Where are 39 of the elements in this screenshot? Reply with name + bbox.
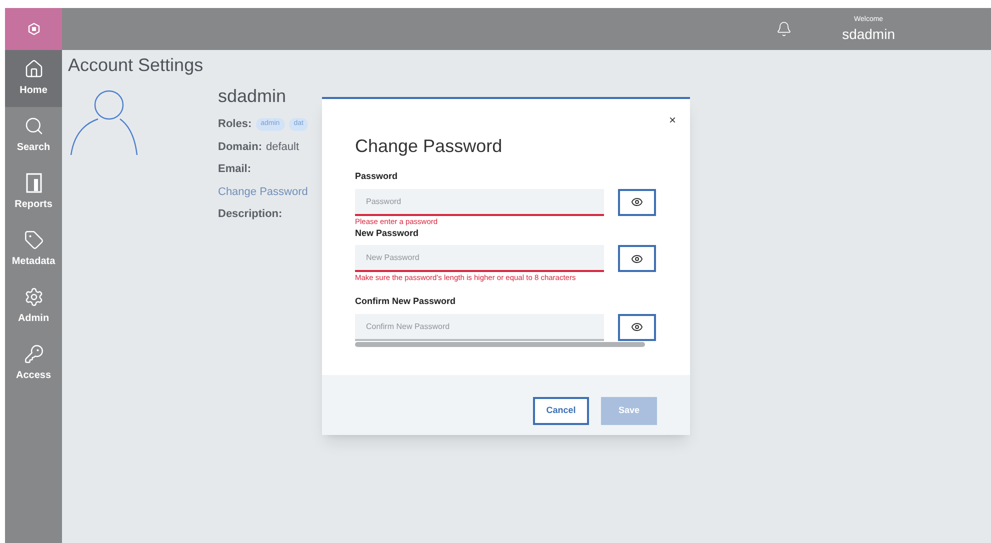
- field-label: New Password: [355, 226, 420, 240]
- show-password-button[interactable]: [618, 188, 656, 216]
- password-field[interactable]: New Password: [355, 245, 604, 272]
- user-name: sdadmin: [842, 26, 895, 43]
- cancel-button[interactable]: Cancel: [533, 397, 589, 425]
- sidebar-item[interactable]: Home: [5, 50, 62, 107]
- page-title: Account Settings: [68, 54, 204, 77]
- report-icon: [26, 173, 42, 193]
- logo-icon: [28, 23, 40, 35]
- gear-icon: [24, 287, 44, 307]
- dialog-title: Change Password: [355, 135, 504, 158]
- sidebar-item[interactable]: Search: [5, 107, 62, 164]
- domain-label: Domain:: [218, 140, 262, 154]
- email-label: Email:: [218, 162, 252, 177]
- field-label: Confirm New Password: [355, 295, 457, 308]
- profile-username: sdadmin: [218, 85, 288, 108]
- sidebar-item[interactable]: Metadata: [5, 221, 62, 278]
- key-icon: [24, 344, 44, 364]
- password-field[interactable]: Password: [355, 188, 604, 216]
- show-password-button[interactable]: [618, 245, 656, 272]
- change-password-link[interactable]: Change Password: [218, 184, 308, 200]
- tag-icon: [24, 230, 44, 250]
- description-label: Description:: [218, 207, 284, 222]
- sidebar-item[interactable]: Access: [5, 335, 62, 392]
- eye-icon: [631, 252, 643, 264]
- eye-icon: [631, 321, 643, 333]
- roles-label: Roles:: [218, 117, 252, 132]
- eye-icon: [631, 196, 643, 208]
- home-icon: [24, 59, 44, 79]
- field-label: Password: [355, 170, 399, 183]
- sidebar-item[interactable]: Admin: [5, 278, 62, 335]
- show-password-button[interactable]: [618, 314, 656, 340]
- avatar-icon: [70, 89, 140, 155]
- sidebar-item[interactable]: Reports: [5, 164, 62, 221]
- password-field[interactable]: Confirm New Password: [355, 314, 604, 340]
- search-icon: [24, 116, 44, 136]
- domain-value: default: [266, 140, 300, 154]
- close-button[interactable]: ×: [668, 111, 676, 129]
- notification-icon[interactable]: [776, 19, 792, 39]
